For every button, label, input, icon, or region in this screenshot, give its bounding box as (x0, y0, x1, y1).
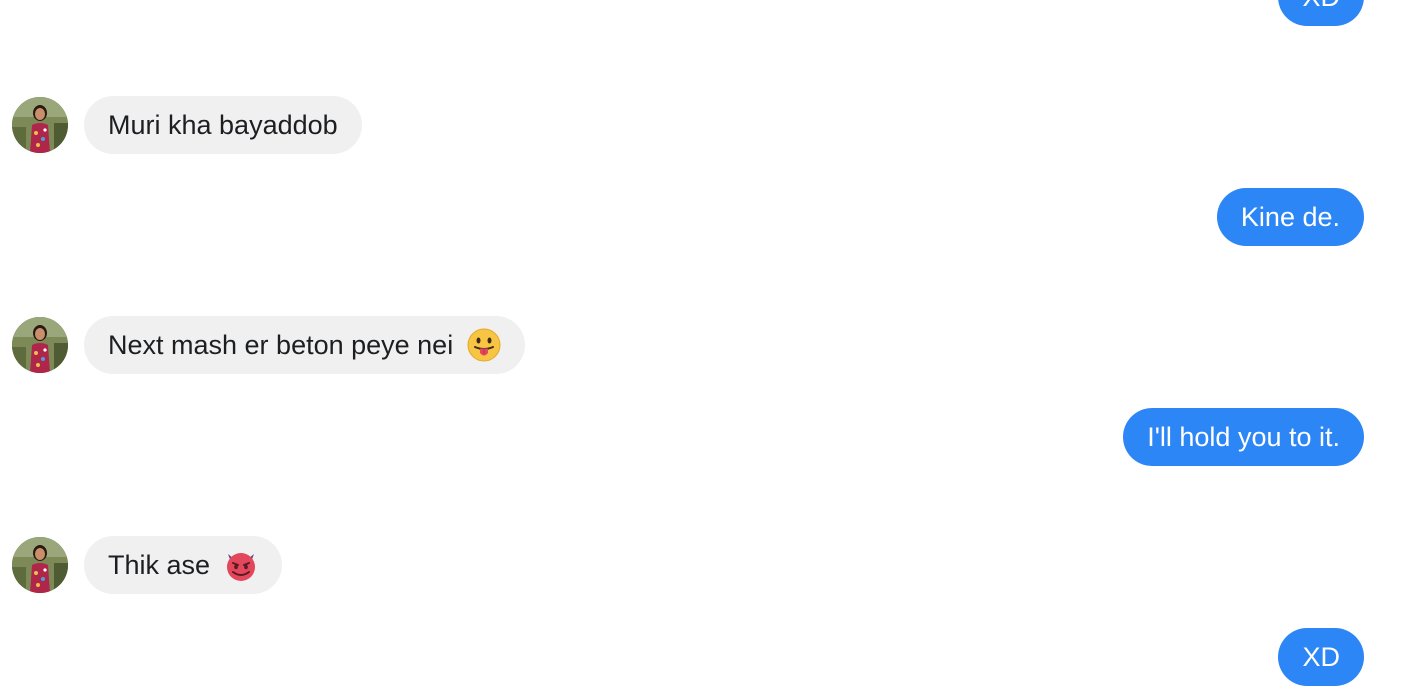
outgoing-message-bubble[interactable]: XD (1278, 0, 1364, 26)
message-row-outgoing: XD (0, 0, 1404, 26)
message-text: Thik ase (108, 550, 211, 580)
outgoing-message-bubble[interactable]: I'll hold you to it. (1123, 408, 1364, 466)
message-row-outgoing: Kine de. (0, 188, 1404, 246)
contact-avatar[interactable] (12, 537, 68, 593)
message-text: Kine de. (1240, 202, 1340, 232)
contact-avatar[interactable] (12, 317, 68, 373)
message-text: Next mash er beton peye nei (108, 330, 454, 360)
outgoing-message-bubble[interactable]: XD (1278, 628, 1364, 686)
message-text: Muri kha bayaddob (108, 110, 338, 140)
message-row-incoming: Muri kha bayaddob (0, 96, 1404, 154)
smiling-devil-emoji (226, 552, 255, 581)
message-text: XD (1302, 0, 1340, 12)
message-text: I'll hold you to it. (1147, 422, 1340, 452)
incoming-message-bubble[interactable]: Muri kha bayaddob (84, 96, 362, 154)
contact-avatar[interactable] (12, 97, 68, 153)
message-row-incoming: Thik ase (0, 536, 1404, 594)
message-row-outgoing: XD (0, 628, 1404, 686)
message-text: XD (1302, 642, 1340, 672)
tongue-out-emoji (467, 328, 501, 362)
outgoing-message-bubble[interactable]: Kine de. (1216, 188, 1364, 246)
incoming-message-bubble[interactable]: Thik ase (84, 536, 282, 594)
message-row-incoming: Next mash er beton peye nei (0, 316, 1404, 374)
message-row-outgoing: I'll hold you to it. (0, 408, 1404, 466)
message-thread[interactable]: XD Muri kha bayaddob Kine (0, 0, 1404, 698)
incoming-message-bubble[interactable]: Next mash er beton peye nei (84, 316, 525, 374)
